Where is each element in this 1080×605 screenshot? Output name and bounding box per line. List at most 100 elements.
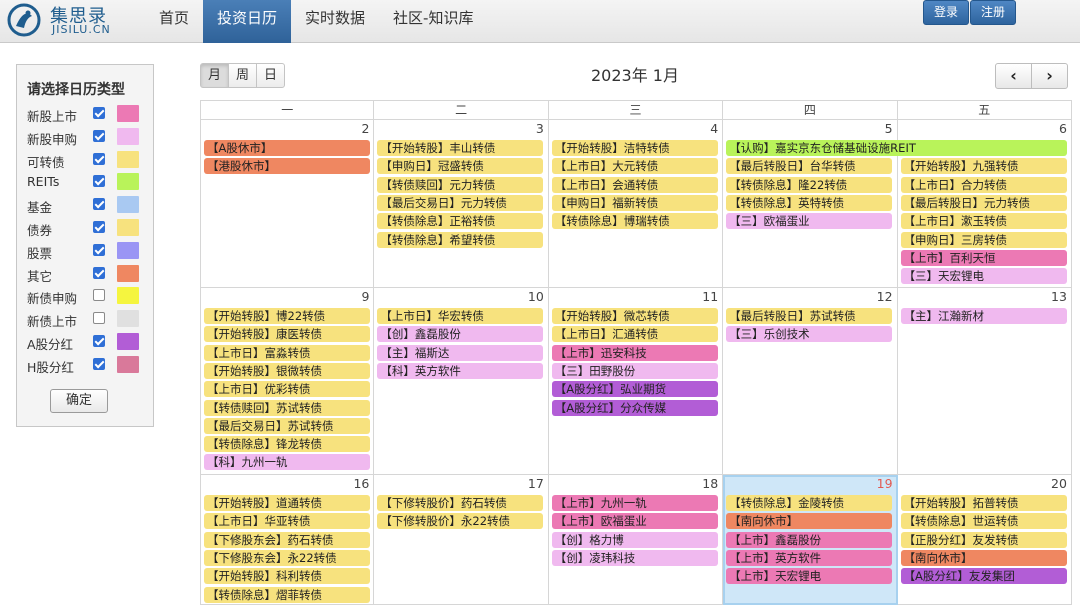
calendar-event[interactable]: 【上市日】漱玉转债 xyxy=(900,213,1067,230)
calendar-event[interactable]: 【开始转股】博22转债 xyxy=(204,308,370,324)
calendar-event[interactable]: 【转债除息】正裕转债 xyxy=(377,213,544,230)
calendar-event[interactable]: 【开始转股】道通转债 xyxy=(204,495,370,511)
calendar-event[interactable]: 【三】田野股份 xyxy=(551,362,718,379)
type-checkbox[interactable] xyxy=(93,175,105,188)
calendar-event[interactable]: 【上市】鑫磊股份 xyxy=(726,531,893,548)
calendar-event[interactable]: 【申购日】福新转债 xyxy=(551,194,718,211)
calendar-event[interactable]: 【上市日】汇通转债 xyxy=(551,326,718,343)
calendar-event[interactable]: 【上市日】华亚转债 xyxy=(204,513,370,530)
calendar-event-multiday[interactable]: 【认购】嘉实京东仓储基础设施REIT xyxy=(726,140,1067,156)
calendar-event[interactable]: 【上市】欧福蛋业 xyxy=(551,513,718,530)
type-checkbox[interactable] xyxy=(93,107,105,119)
calendar-event[interactable]: 【开始转股】拓普转债 xyxy=(900,495,1067,511)
calendar-event[interactable]: 【转债除息】博瑞转债 xyxy=(551,213,718,230)
calendar-event[interactable]: 【转债除息】金陵转债 xyxy=(726,495,893,511)
calendar-event[interactable]: 【南向休市】 xyxy=(900,549,1067,566)
calendar-event[interactable]: 【上市】九州一轨 xyxy=(551,495,718,511)
day-cell[interactable]: 11 【开始转股】微芯转债 【上市日】汇通转债 【上市】迅安科技 【三】田野股份 【A股分… xyxy=(548,288,724,475)
calendar-event[interactable]: 【A股分红】分众传媒 xyxy=(551,399,718,416)
confirm-button[interactable]: 确定 xyxy=(50,389,108,413)
type-checkbox[interactable] xyxy=(93,266,105,279)
site-logo[interactable]: 集思录 JISILU.CN xyxy=(6,0,146,43)
type-checkbox[interactable] xyxy=(93,198,105,211)
day-cell-today[interactable]: 19 【转债除息】金陵转债 【南向休市】 【上市】鑫磊股份 【上市】英方软件 【上市】天宏… xyxy=(723,475,898,605)
type-checkbox[interactable] xyxy=(93,152,105,165)
calendar-event[interactable]: 【申购日】三房转债 xyxy=(900,231,1067,248)
day-cell[interactable]: 3 【开始转股】丰山转债 【申购日】冠盛转债 【转债赎回】元力转债 【最后交易日】元力转… xyxy=(374,120,549,288)
calendar-event[interactable]: 【科】英方软件 xyxy=(377,362,544,379)
day-cell[interactable]: 9 【开始转股】博22转债 【开始转股】康医转债 【上市日】富淼转债 【开始转股】银微转… xyxy=(200,288,375,475)
calendar-event[interactable]: 【最后交易日】苏试转债 xyxy=(204,417,370,434)
calendar-event[interactable]: 【最后转股日】苏试转债 xyxy=(726,308,893,324)
calendar-event[interactable]: 【A股分红】弘业期货 xyxy=(551,381,718,398)
type-checkbox[interactable] xyxy=(93,243,105,256)
calendar-event[interactable]: 【创】鑫磊股份 xyxy=(377,326,544,343)
calendar-event[interactable]: 【上市日】合力转债 xyxy=(900,176,1067,193)
type-checkbox[interactable] xyxy=(93,129,105,142)
calendar-event[interactable]: 【上市日】优彩转债 xyxy=(204,381,370,398)
calendar-event[interactable]: 【创】凌玮科技 xyxy=(551,549,718,566)
view-day-button[interactable]: 日 xyxy=(256,63,285,88)
calendar-event[interactable]: 【转债除息】锋龙转债 xyxy=(204,436,370,453)
day-cell[interactable]: 4 【开始转股】洁特转债 【上市日】大元转债 【上市日】会通转债 【申购日】福新转债 【转… xyxy=(548,120,724,288)
calendar-event[interactable]: 【最后交易日】元力转债 xyxy=(377,194,544,211)
calendar-event[interactable]: 【上市日】大元转债 xyxy=(551,158,718,175)
view-month-button[interactable]: 月 xyxy=(200,63,229,88)
nav-investment-calendar[interactable]: 投资日历 xyxy=(203,0,292,43)
calendar-event[interactable]: 【A股分红】友发集团 xyxy=(900,568,1067,585)
calendar-event[interactable]: 【下修股东会】永22转债 xyxy=(204,549,370,566)
type-checkbox[interactable] xyxy=(93,357,105,370)
calendar-event[interactable]: 【上市】百利天恒 xyxy=(900,249,1067,266)
nav-community[interactable]: 社区-知识库 xyxy=(379,0,487,43)
calendar-event[interactable]: 【上市】英方软件 xyxy=(726,549,893,566)
day-cell[interactable]: 2 【A股休市】 【港股休市】 xyxy=(200,120,375,288)
login-button[interactable]: 登录 xyxy=(923,0,970,25)
calendar-event[interactable]: 【转债除息】隆22转债 xyxy=(726,176,893,193)
type-checkbox[interactable] xyxy=(93,221,105,233)
day-cell[interactable]: 10 【上市日】华宏转债 【创】鑫磊股份 【主】福斯达 【科】英方软件 xyxy=(374,288,549,475)
day-cell[interactable]: 16 【开始转股】道通转债 【上市日】华亚转债 【下修股东会】药石转债 【下修股东会】永… xyxy=(200,475,375,605)
calendar-event[interactable]: 【正股分红】友发转债 xyxy=(900,531,1067,548)
calendar-event[interactable]: 【申购日】冠盛转债 xyxy=(377,158,544,175)
calendar-event[interactable]: 【开始转股】康医转债 xyxy=(204,326,370,343)
calendar-event[interactable]: 【开始转股】丰山转债 xyxy=(377,140,544,156)
nav-realtime-data[interactable]: 实时数据 xyxy=(291,0,379,43)
day-cell[interactable]: 17 【下修转股价】药石转债 【下修转股价】永22转债 xyxy=(374,475,549,605)
type-checkbox[interactable] xyxy=(93,312,105,325)
calendar-event[interactable]: 【下修股东会】药石转债 xyxy=(204,531,370,548)
calendar-event[interactable]: 【下修转股价】永22转债 xyxy=(377,513,544,530)
calendar-event[interactable]: 【南向休市】 xyxy=(726,513,893,530)
calendar-event[interactable]: 【A股休市】 xyxy=(204,140,370,156)
calendar-event[interactable]: 【科】九州一轨 xyxy=(204,454,370,471)
calendar-event[interactable]: 【开始转股】九强转债 xyxy=(900,158,1067,175)
calendar-event[interactable]: 【转债赎回】元力转债 xyxy=(377,176,544,193)
register-button[interactable]: 注册 xyxy=(970,0,1017,25)
calendar-event[interactable]: 【三】天宏锂电 xyxy=(900,268,1067,285)
calendar-event[interactable]: 【下修转股价】药石转债 xyxy=(377,495,544,511)
calendar-event[interactable]: 【上市日】华宏转债 xyxy=(377,308,544,324)
day-cell[interactable]: 20 【开始转股】拓普转债 【转债除息】世运转债 【正股分红】友发转债 【南向休市】 【A… xyxy=(897,475,1072,605)
calendar-event[interactable]: 【上市】天宏锂电 xyxy=(726,568,893,585)
day-cell[interactable]: 13 【主】江瀚新材 xyxy=(897,288,1072,475)
calendar-event[interactable]: 【最后转股日】台华转债 xyxy=(726,158,893,175)
calendar-event[interactable]: 【主】福斯达 xyxy=(377,344,544,361)
calendar-event[interactable]: 【创】格力博 xyxy=(551,531,718,548)
calendar-event[interactable]: 【上市日】富淼转债 xyxy=(204,344,370,361)
calendar-event[interactable]: 【港股休市】 xyxy=(204,158,370,175)
calendar-event[interactable]: 【最后转股日】元力转债 xyxy=(900,194,1067,211)
calendar-event[interactable]: 【三】欧福蛋业 xyxy=(726,213,893,230)
calendar-event[interactable]: 【转债除息】英特转债 xyxy=(726,194,893,211)
day-cell[interactable]: 12 【最后转股日】苏试转债 【三】乐创技术 xyxy=(723,288,898,475)
calendar-event[interactable]: 【上市】迅安科技 xyxy=(551,344,718,361)
type-checkbox[interactable] xyxy=(93,335,105,347)
calendar-event[interactable]: 【主】江瀚新材 xyxy=(900,308,1067,324)
calendar-event[interactable]: 【转债除息】世运转债 xyxy=(900,513,1067,530)
calendar-event[interactable]: 【上市日】会通转债 xyxy=(551,176,718,193)
calendar-event[interactable]: 【开始转股】银微转债 xyxy=(204,362,370,379)
nav-home[interactable]: 首页 xyxy=(145,0,203,43)
next-month-button[interactable]: › xyxy=(1031,63,1068,89)
calendar-event[interactable]: 【转债除息】希望转债 xyxy=(377,231,544,248)
calendar-event[interactable]: 【三】乐创技术 xyxy=(726,326,893,343)
calendar-event[interactable]: 【开始转股】洁特转债 xyxy=(551,140,718,156)
calendar-event[interactable]: 【开始转股】微芯转债 xyxy=(551,308,718,324)
